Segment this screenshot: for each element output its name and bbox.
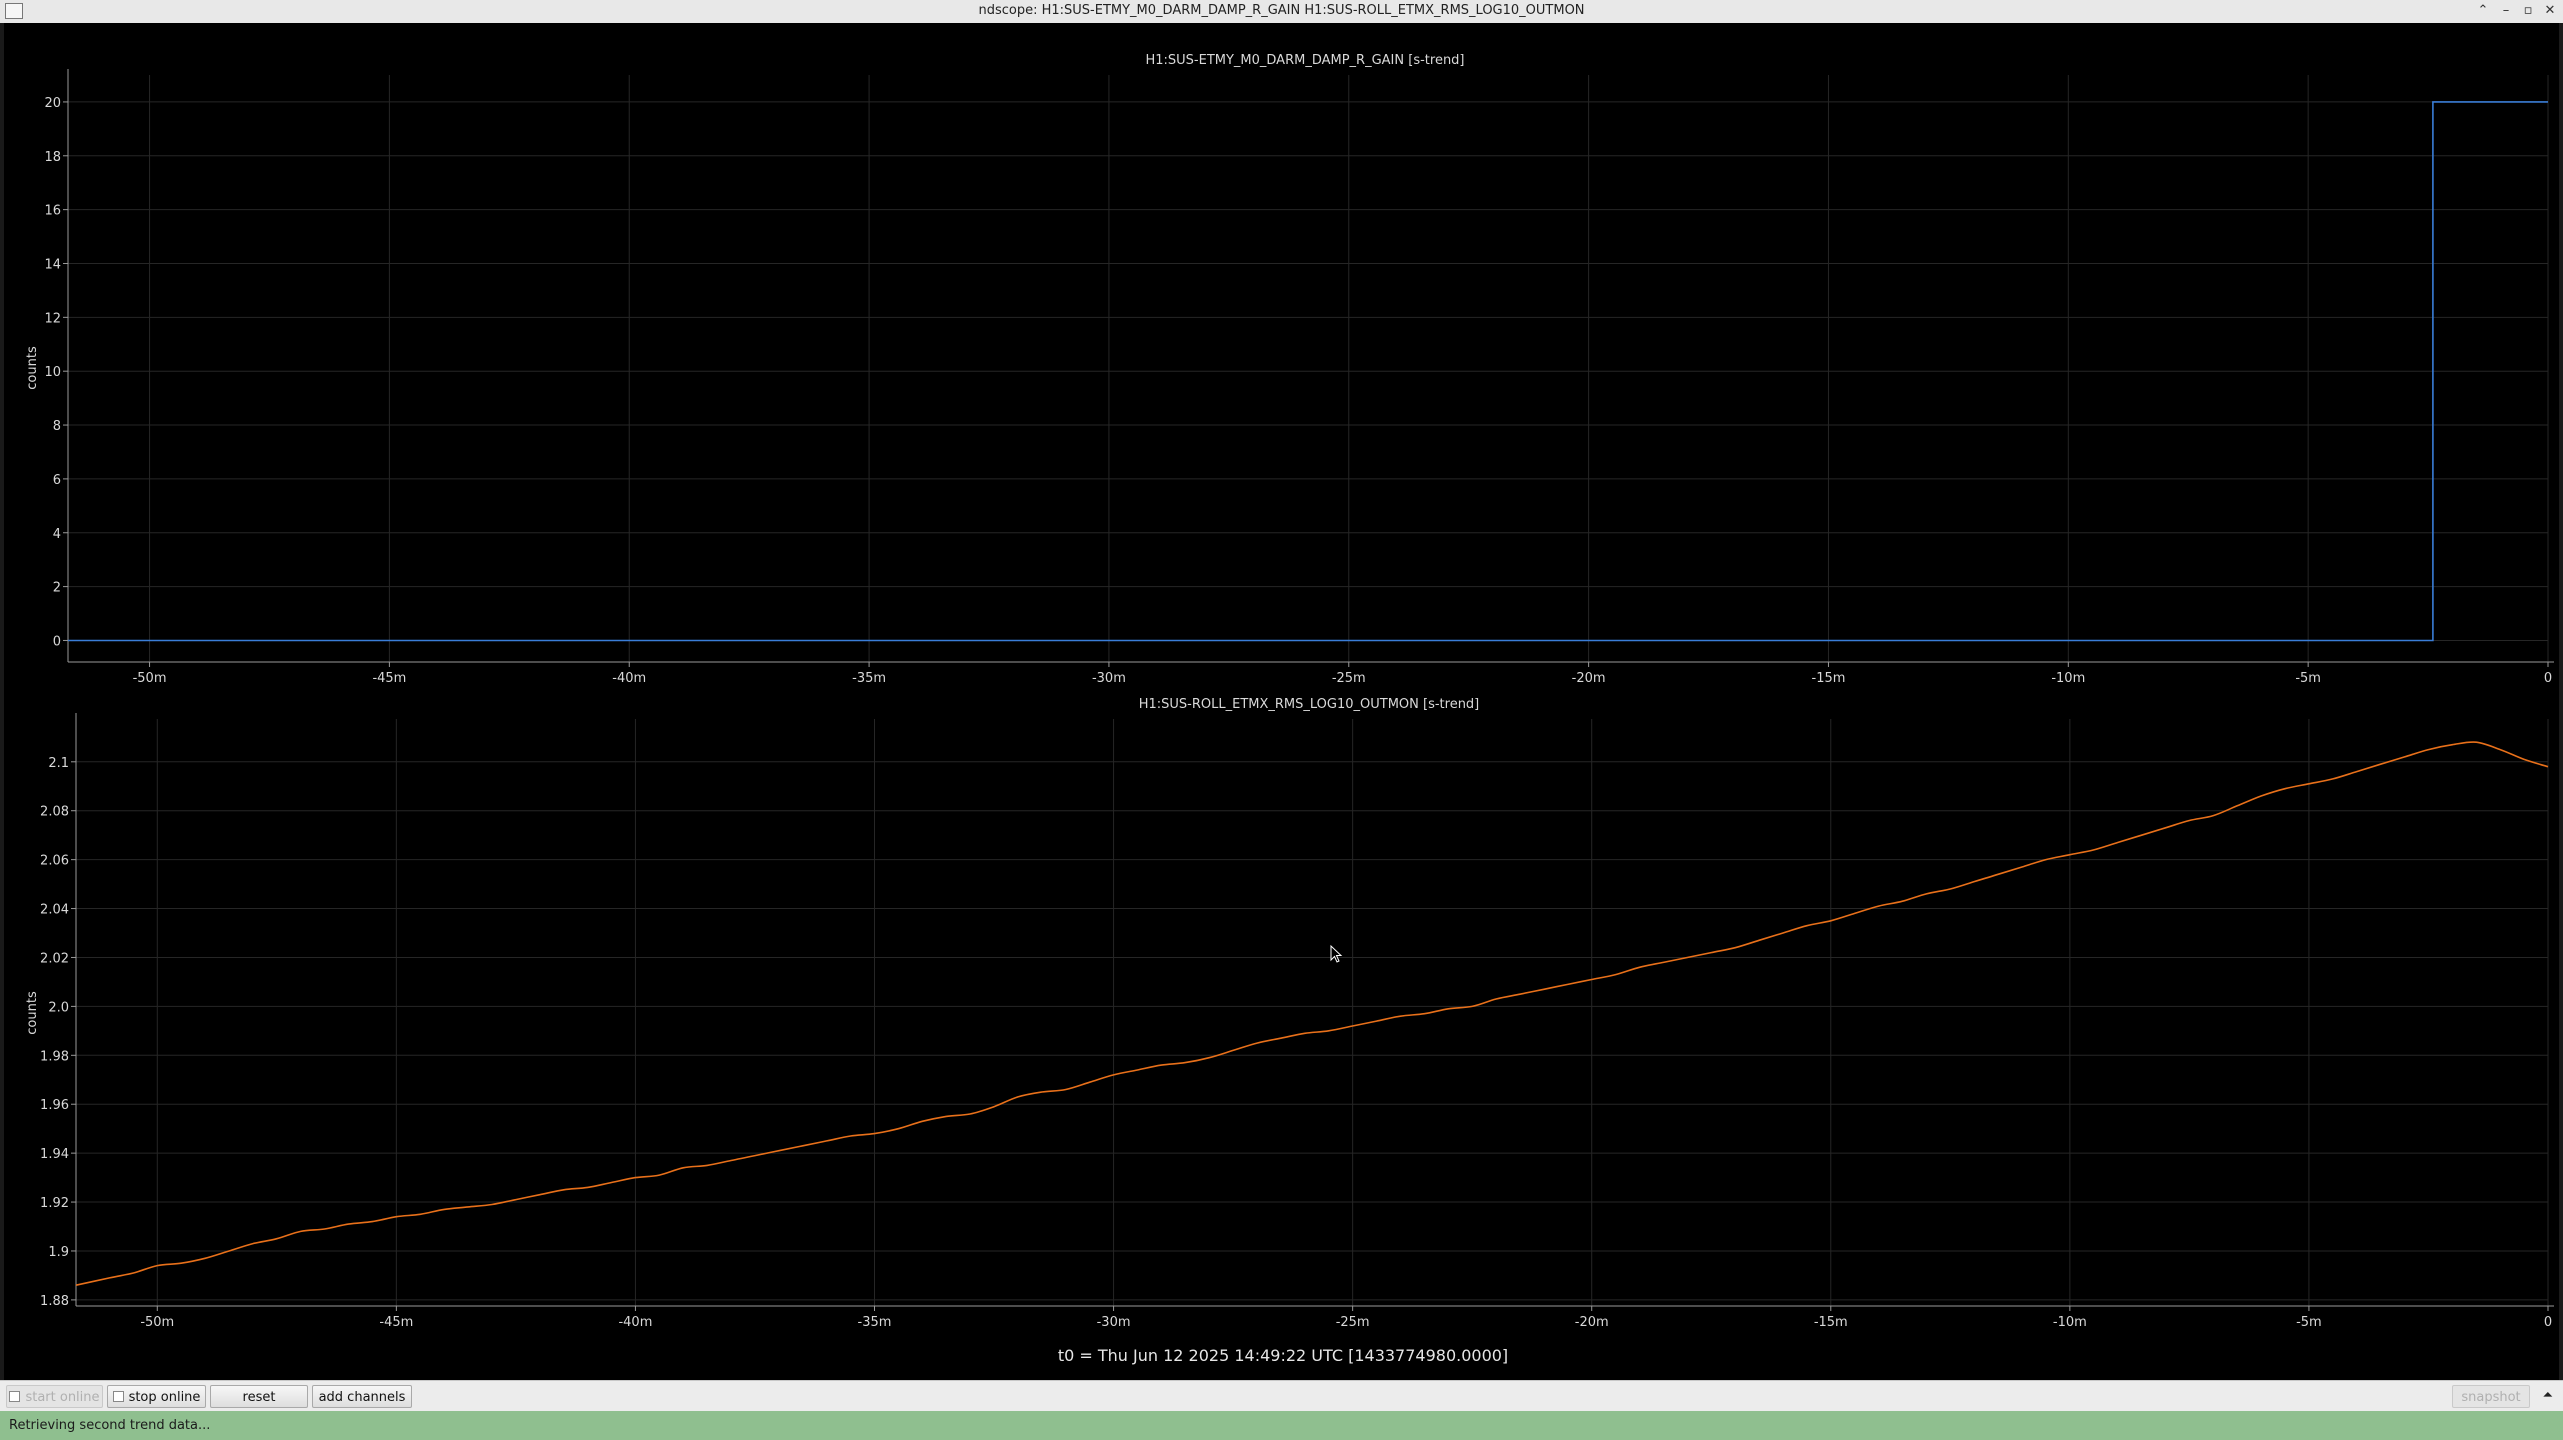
rms-plot-title: H1:SUS-ROLL_ETMX_RMS_LOG10_OUTMON [s-tre… — [1139, 697, 1480, 712]
window-minimize-button[interactable]: – — [2496, 2, 2516, 20]
y-tick-label: 2.1 — [48, 756, 69, 771]
x-tick-label: -50m — [140, 1315, 174, 1330]
reset-button[interactable]: reset — [210, 1385, 308, 1408]
rms-plot-y-ticks: 1.88 1.9 1.92 1.94 1.96 1.98 2.0 2.02 2.04 2.06 2.… — [40, 756, 76, 1309]
y-tick-label: 0 — [53, 634, 61, 649]
x-tick-label: -15m — [1814, 1315, 1848, 1330]
gain-plot-title: H1:SUS-ETMY_M0_DARM_DAMP_R_GAIN [s-trend… — [1145, 53, 1464, 68]
window-title: ndscope: H1:SUS-ETMY_M0_DARM_DAMP_R_GAIN… — [978, 3, 1585, 18]
y-tick-label: 1.94 — [40, 1147, 69, 1162]
status-bar: Retrieving second trend data... — [0, 1411, 2563, 1440]
y-tick-label: 12 — [44, 311, 61, 326]
x-tick-label: -20m — [1572, 671, 1606, 686]
window-titlebar[interactable]: ndscope: H1:SUS-ETMY_M0_DARM_DAMP_R_GAIN… — [0, 0, 2563, 24]
window-maximize-button[interactable]: ▫ — [2518, 2, 2538, 20]
rms-plot-axes — [75, 713, 2554, 1307]
y-tick-label: 18 — [44, 150, 61, 165]
x-tick-label: -25m — [1332, 671, 1366, 686]
gain-plot-y-ticks: 0 2 4 6 8 10 12 14 16 18 20 — [44, 96, 68, 649]
x-tick-label: -5m — [2295, 671, 2321, 686]
y-tick-label: 1.98 — [40, 1049, 69, 1064]
rms-plot-series — [75, 741, 2549, 1286]
y-tick-label: 6 — [53, 473, 61, 488]
x-tick-label: 0 — [2544, 671, 2552, 686]
stop-online-checkbox-icon — [112, 1391, 124, 1402]
y-tick-label: 16 — [44, 204, 61, 219]
y-tick-label: 2.08 — [40, 805, 69, 820]
y-tick-label: 1.9 — [48, 1245, 69, 1260]
gain-plot-axes — [67, 69, 2554, 663]
x-tick-label: -10m — [2053, 1315, 2087, 1330]
bottom-toolbar: start online stop online reset add chann… — [0, 1380, 2563, 1412]
gain-plot-grid — [68, 75, 2549, 662]
plots-canvas: H1:SUS-ETMY_M0_DARM_DAMP_R_GAIN [s-trend… — [25, 53, 2554, 1365]
x-tick-label: -40m — [612, 671, 646, 686]
y-tick-label: 2.06 — [40, 854, 69, 869]
start-online-button[interactable]: start online — [6, 1385, 103, 1408]
x-tick-label: 0 — [2544, 1315, 2552, 1330]
gain-plot-x-ticks: -50m -45m -40m -35m -30m -25m -20m -15m -10m -5m 0 — [133, 662, 2552, 686]
y-tick-label: 2.0 — [48, 1000, 69, 1015]
y-tick-label: 1.92 — [40, 1196, 69, 1211]
y-tick-label: 10 — [44, 365, 61, 380]
y-tick-label: 8 — [53, 419, 61, 434]
start-online-checkbox-icon — [9, 1391, 21, 1402]
mouse-pointer-icon — [1330, 944, 1343, 963]
x-tick-label: -35m — [852, 671, 886, 686]
x-tick-label: -45m — [379, 1315, 413, 1330]
y-tick-label: 14 — [44, 257, 61, 272]
stop-online-label: stop online — [128, 1390, 201, 1405]
collapse-arrow-icon[interactable]: ⏶ — [2543, 1388, 2553, 1403]
gain-plot[interactable]: H1:SUS-ETMY_M0_DARM_DAMP_R_GAIN [s-trend… — [25, 53, 2554, 686]
x-tick-label: -25m — [1336, 1315, 1370, 1330]
window-close-button[interactable]: ✕ — [2540, 2, 2560, 20]
y-tick-label: 1.96 — [40, 1098, 69, 1113]
series-line — [75, 741, 2549, 1286]
add-channels-button[interactable]: add channels — [312, 1385, 412, 1408]
y-tick-label: 1.88 — [40, 1294, 69, 1309]
rms-plot-ylabel: counts — [25, 991, 40, 1035]
y-tick-label: 20 — [44, 96, 61, 111]
status-message: Retrieving second trend data... — [9, 1418, 211, 1433]
gain-plot-ylabel: counts — [25, 346, 40, 390]
y-tick-label: 2 — [53, 581, 61, 596]
rms-plot[interactable]: H1:SUS-ROLL_ETMX_RMS_LOG10_OUTMON [s-tre… — [25, 697, 2554, 1330]
y-tick-label: 2.02 — [40, 951, 69, 966]
start-online-label: start online — [25, 1390, 100, 1405]
t0-label: t0 = Thu Jun 12 2025 14:49:22 UTC [14337… — [1058, 1346, 1508, 1365]
x-tick-label: -30m — [1092, 671, 1126, 686]
x-tick-label: -30m — [1097, 1315, 1131, 1330]
rms-plot-x-ticks: -50m -45m -40m -35m -30m -25m -20m -15m -10m -5m 0 — [140, 1306, 2552, 1330]
x-tick-label: -15m — [1812, 671, 1846, 686]
x-tick-label: -40m — [618, 1315, 652, 1330]
x-tick-label: -10m — [2051, 671, 2085, 686]
y-tick-label: 2.04 — [40, 903, 69, 918]
x-tick-label: -50m — [133, 671, 167, 686]
x-tick-label: -35m — [858, 1315, 892, 1330]
rms-plot-grid — [76, 719, 2549, 1306]
window-collapse-button[interactable]: ⌃ — [2473, 2, 2493, 20]
x-tick-label: -5m — [2296, 1315, 2322, 1330]
snapshot-button[interactable]: snapshot — [2452, 1385, 2530, 1408]
stop-online-button[interactable]: stop online — [107, 1385, 206, 1408]
x-tick-label: -20m — [1575, 1315, 1609, 1330]
y-tick-label: 4 — [53, 527, 61, 542]
x-tick-label: -45m — [372, 671, 406, 686]
